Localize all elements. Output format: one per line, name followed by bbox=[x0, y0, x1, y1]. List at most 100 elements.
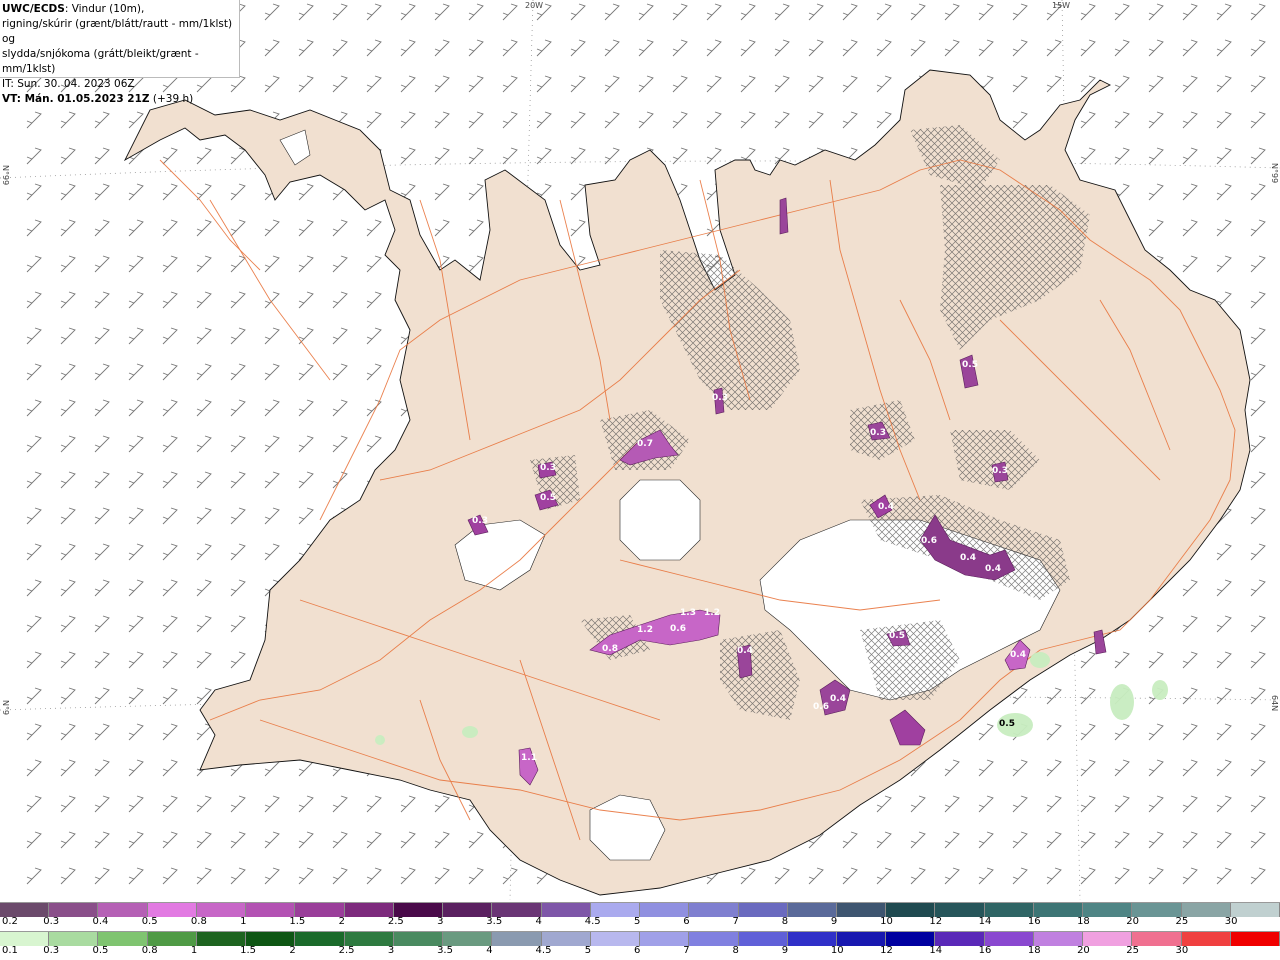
legend-tick-label: 3.5 bbox=[437, 945, 453, 956]
precip-value-label: 0.4 bbox=[1010, 650, 1026, 660]
legend-tick-label: 3.5 bbox=[486, 916, 503, 927]
legend-tick-label: 10 bbox=[830, 945, 844, 956]
legend-swatch bbox=[984, 932, 1034, 946]
legend-swatch bbox=[836, 932, 887, 946]
legend-tick-label: 0.3 bbox=[43, 945, 60, 956]
precip-value-label: 0.7 bbox=[637, 439, 653, 449]
precip-value-label: 1.1 bbox=[521, 753, 537, 763]
rain-legend-ticks: 0.1 0.3 0.5 0.8 1 1.5 2 2.5 3 3.5 4 4.5 5 6 7 8 9 10 12 14 1… bbox=[0, 945, 1280, 959]
legend-swatch bbox=[541, 932, 591, 946]
model-name: UWC/ECDS bbox=[2, 3, 65, 15]
legend-swatch bbox=[984, 903, 1034, 917]
legend-tick-label: 5 bbox=[584, 945, 592, 956]
legend-tick-label: 25 bbox=[1175, 916, 1189, 927]
weather-map: 0.70.30.50.31.3 1.21.2 0.60.8 0.40.50.40.60… bbox=[0, 0, 1280, 900]
legend-swatch bbox=[1181, 932, 1231, 946]
legend-swatch bbox=[393, 932, 444, 946]
legend-swatch bbox=[1132, 903, 1182, 917]
legend-tick-label: 1.5 bbox=[240, 945, 257, 956]
legend-tick-label: 0.4 bbox=[92, 916, 109, 927]
legend-tick-label: 0.5 bbox=[92, 945, 109, 956]
lat-label-64n-right: 64N bbox=[1270, 695, 1279, 712]
legend-tick-label: 2.5 bbox=[338, 945, 355, 956]
precip-value-label: 0.3 bbox=[870, 428, 886, 438]
precip-value-label: 0.4 bbox=[737, 646, 753, 656]
legend-swatch bbox=[492, 932, 542, 946]
precip-value-label: 0.3 bbox=[472, 516, 488, 526]
legend-swatch bbox=[590, 903, 641, 917]
legend-tick-label: 18 bbox=[1027, 945, 1041, 956]
legend-tick-label: 9 bbox=[781, 945, 789, 956]
precip-value-label: 0.5 bbox=[540, 493, 556, 503]
precip-value-label: 0.3 bbox=[992, 466, 1008, 476]
legend-tick-label: 14 bbox=[929, 945, 943, 956]
title-line: UWC/ECDS: Vindur (10m), bbox=[2, 2, 237, 17]
snow-legend: 0.2 0.3 0.4 0.5 0.8 1 1.5 2 2.5 3 3.5 4 4.5 5 6 7 8 9 10 12… bbox=[0, 902, 1280, 930]
legend-swatch bbox=[147, 903, 197, 917]
legend-swatch bbox=[1132, 932, 1182, 946]
legend-tick-label: 0.1 bbox=[2, 945, 18, 956]
precip-value-label: 0.5 bbox=[999, 719, 1015, 729]
precip-value-label: 0.6 bbox=[670, 624, 686, 634]
legend-tick-label: 0.8 bbox=[141, 945, 158, 956]
legend-swatch bbox=[1181, 903, 1231, 917]
legend-tick-label: 14 bbox=[978, 916, 992, 927]
legend-swatch bbox=[590, 932, 641, 946]
legend-tick-label: 1.5 bbox=[289, 916, 306, 927]
snow-legend-swatches bbox=[0, 902, 1280, 917]
valid-time-line: VT: Mán. 01.05.2023 21Z (+39 h) bbox=[2, 92, 237, 107]
precip-value-label: 1.3 bbox=[680, 608, 696, 618]
legend-swatch bbox=[787, 903, 837, 917]
legend-tick-label: 6 bbox=[683, 916, 690, 927]
legend-swatch bbox=[541, 903, 591, 917]
legend-swatch bbox=[1083, 932, 1133, 946]
legend-swatch bbox=[196, 903, 247, 917]
legend-swatch bbox=[393, 903, 444, 917]
lat-label-66n-left: N°99 bbox=[1, 165, 10, 186]
legend-swatch bbox=[98, 932, 148, 946]
legend-tick-label: 1 bbox=[240, 916, 247, 927]
legend-tick-label: 3 bbox=[387, 945, 395, 956]
legend-tick-label: 8 bbox=[781, 916, 789, 927]
legend-swatch bbox=[640, 903, 690, 917]
precip-value-label: 0.4 bbox=[878, 502, 894, 512]
legend-tick-label: 9 bbox=[830, 916, 838, 927]
lon-label-20w: 20W bbox=[525, 1, 544, 10]
legend-tick-label: 30 bbox=[1224, 916, 1238, 927]
legend-swatch bbox=[246, 932, 296, 946]
legend-swatch bbox=[689, 932, 739, 946]
legend-tick-label: 2 bbox=[289, 945, 296, 956]
legend-tick-label: 4.5 bbox=[535, 945, 552, 956]
legend-tick-label: 20 bbox=[1077, 945, 1090, 956]
legend-swatch bbox=[738, 932, 788, 946]
legend-swatch bbox=[1230, 903, 1280, 917]
legend-swatch bbox=[344, 932, 394, 946]
legend-tick-label: 16 bbox=[978, 945, 992, 956]
legend-swatch bbox=[246, 903, 296, 917]
legend-tick-label: 4 bbox=[535, 916, 542, 927]
legend-tick-label: 7 bbox=[732, 916, 739, 927]
legend-swatch bbox=[344, 903, 394, 917]
legend-tick-label: 4.5 bbox=[584, 916, 601, 927]
legend-swatch bbox=[443, 903, 493, 917]
legend-tick-label: 7 bbox=[683, 945, 690, 956]
legend-swatch bbox=[836, 903, 887, 917]
legend-swatch bbox=[49, 903, 99, 917]
legend-swatch bbox=[935, 903, 985, 917]
precip-value-label: 0.4 bbox=[960, 553, 976, 563]
legend-swatch bbox=[147, 932, 197, 946]
forecast-info-box: UWC/ECDS: Vindur (10m), rigning/skúrir (… bbox=[0, 0, 240, 105]
precip-value-label: 0.5 bbox=[962, 360, 978, 370]
snow-legend-ticks: 0.2 0.3 0.4 0.5 0.8 1 1.5 2 2.5 3 3.5 4 4.5 5 6 7 8 9 10 12… bbox=[0, 916, 1280, 930]
precip-value-label: 0.6 bbox=[921, 536, 937, 546]
legend-tick-label: 0.5 bbox=[141, 916, 158, 927]
legend-tick-label: 0.8 bbox=[190, 916, 207, 927]
legend-swatch bbox=[295, 903, 345, 917]
legend-tick-label: 25 bbox=[1126, 945, 1140, 956]
lon-label-15w: 15W bbox=[1052, 1, 1071, 10]
lat-label-66n-right: N°99 bbox=[1270, 163, 1279, 184]
precip-value-label: 1.2 bbox=[637, 625, 653, 635]
legend-swatch bbox=[1083, 903, 1133, 917]
legend-swatch bbox=[1230, 932, 1280, 946]
legend-swatch bbox=[295, 932, 345, 946]
